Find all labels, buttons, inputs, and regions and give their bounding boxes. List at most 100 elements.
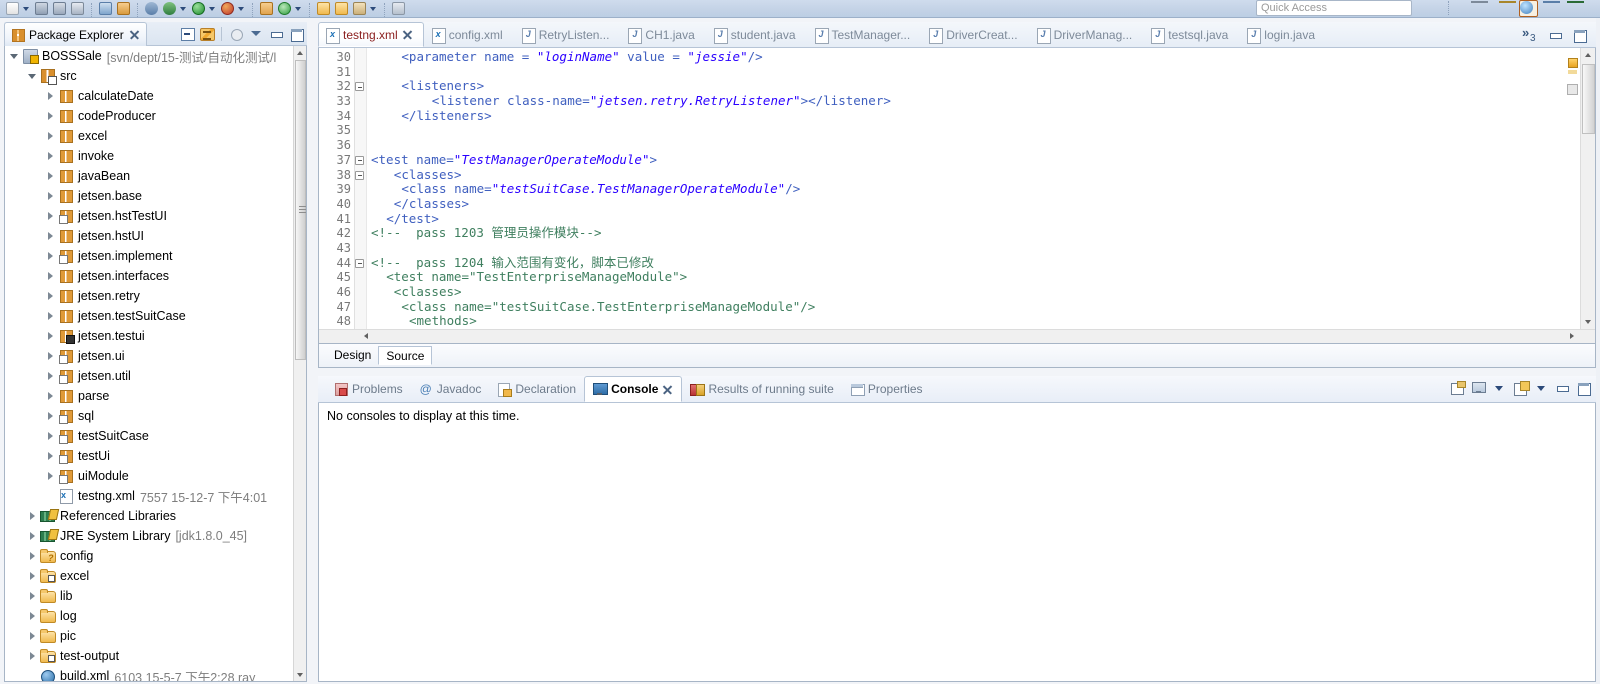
tab-package-explorer[interactable]: Package Explorer bbox=[4, 22, 147, 46]
tree-item-sql[interactable]: sql bbox=[5, 406, 293, 426]
tree-item-bosssale[interactable]: BOSSSale [svn/dept/15-测试/自动化测试/l bbox=[5, 46, 293, 66]
tree-item-jetsen-ui[interactable]: jetsen.ui bbox=[5, 346, 293, 366]
run-icon[interactable] bbox=[190, 1, 207, 17]
scroll-up-arrow[interactable] bbox=[294, 46, 306, 59]
tree-item-excel[interactable]: excel bbox=[5, 126, 293, 146]
pin-console-icon[interactable] bbox=[1448, 379, 1466, 397]
tree-item-test-output[interactable]: test-output bbox=[5, 646, 293, 666]
tree-item-testsuitcase[interactable]: testSuitCase bbox=[5, 426, 293, 446]
expand-arrow-closed-icon[interactable] bbox=[43, 386, 57, 406]
search-dropdown-arrow[interactable] bbox=[369, 1, 378, 17]
search-icon[interactable] bbox=[351, 1, 368, 17]
minimize-icon[interactable] bbox=[1553, 379, 1571, 397]
editor-tab-student-java[interactable]: Jstudent.java bbox=[706, 22, 807, 47]
close-icon[interactable] bbox=[129, 29, 140, 40]
new-file-icon[interactable] bbox=[4, 1, 21, 17]
expand-arrow-closed-icon[interactable] bbox=[43, 446, 57, 466]
export-icon[interactable] bbox=[97, 1, 114, 17]
xml-source-editor[interactable]: 30 <parameter name = "loginName" value = … bbox=[318, 48, 1596, 344]
editor-horizontal-scrollbar[interactable] bbox=[319, 329, 1595, 343]
scroll-up-arrow[interactable] bbox=[1581, 48, 1595, 62]
open-perspective-icon[interactable] bbox=[1499, 1, 1516, 17]
tree-item-config[interactable]: ? config bbox=[5, 546, 293, 566]
console-tab-declaration[interactable]: Declaration bbox=[489, 376, 584, 402]
editor-page-tab-design[interactable]: Design bbox=[327, 346, 378, 365]
expand-arrow-closed-icon[interactable] bbox=[43, 426, 57, 446]
editor-vertical-scrollbar[interactable] bbox=[1580, 48, 1595, 329]
expand-arrow-closed-icon[interactable] bbox=[25, 546, 39, 566]
expand-arrow-closed-icon[interactable] bbox=[25, 646, 39, 666]
expand-arrow-closed-icon[interactable] bbox=[43, 86, 57, 106]
overview-ruler[interactable] bbox=[1565, 50, 1579, 342]
open-console-dropdown-arrow[interactable] bbox=[1532, 379, 1550, 397]
warning-marker-icon[interactable] bbox=[1568, 58, 1578, 68]
close-icon[interactable] bbox=[662, 384, 673, 395]
tree-item-jetsen-retry[interactable]: jetsen.retry bbox=[5, 286, 293, 306]
maximize-icon[interactable] bbox=[287, 25, 305, 43]
save-all-icon[interactable] bbox=[51, 1, 68, 17]
quick-access-input[interactable]: Quick Access bbox=[1256, 0, 1412, 16]
tree-item-jetsen-hsttestui[interactable]: jetsen.hstTestUI bbox=[5, 206, 293, 226]
scroll-right-arrow[interactable] bbox=[1565, 330, 1579, 343]
editor-tab-drivercreat-[interactable]: J DriverCreat... bbox=[921, 22, 1028, 47]
tree-item-testui[interactable]: testUi bbox=[5, 446, 293, 466]
link-with-editor-icon[interactable] bbox=[198, 25, 216, 43]
save-icon[interactable] bbox=[33, 1, 50, 17]
expand-arrow-closed-icon[interactable] bbox=[43, 146, 57, 166]
print-icon[interactable] bbox=[69, 1, 86, 17]
expand-arrow-closed-icon[interactable] bbox=[43, 206, 57, 226]
edit-icon[interactable] bbox=[390, 1, 407, 17]
expand-arrow-closed-icon[interactable] bbox=[43, 126, 57, 146]
tree-item-build-xml[interactable]: build.xml 6103 15-5-7 下午2:28 ray bbox=[5, 666, 293, 681]
java-perspective-icon[interactable] bbox=[1519, 0, 1538, 17]
expand-arrow-closed-icon[interactable] bbox=[25, 606, 39, 626]
run-coverage-icon[interactable] bbox=[219, 1, 236, 17]
expand-arrow-closed-icon[interactable] bbox=[43, 246, 57, 266]
java-ee-perspective-icon[interactable] bbox=[1543, 1, 1560, 17]
expand-arrow-closed-icon[interactable] bbox=[43, 366, 57, 386]
tree-item-jetsen-hstui[interactable]: jetsen.hstUI bbox=[5, 226, 293, 246]
expand-arrow-closed-icon[interactable] bbox=[43, 166, 57, 186]
tree-item-jetsen-interfaces[interactable]: jetsen.interfaces bbox=[5, 266, 293, 286]
editor-tab-retrylisten-[interactable]: J RetryListen... bbox=[514, 22, 621, 47]
debug-dropdown-arrow[interactable] bbox=[179, 1, 188, 17]
tree-item-log[interactable]: log bbox=[5, 606, 293, 626]
expand-arrow-closed-icon[interactable] bbox=[43, 106, 57, 126]
tree-item-excel[interactable]: excel bbox=[5, 566, 293, 586]
tree-item-jetsen-testsuitcase[interactable]: jetsen.testSuitCase bbox=[5, 306, 293, 326]
coverage-dropdown-arrow[interactable] bbox=[237, 1, 246, 17]
open-type-icon[interactable] bbox=[315, 1, 332, 17]
fold-collapse-icon[interactable] bbox=[355, 170, 364, 180]
editor-page-tab-source[interactable]: Source bbox=[378, 346, 433, 365]
run-dropdown-arrow[interactable] bbox=[208, 1, 217, 17]
expand-arrow-closed-icon[interactable] bbox=[25, 566, 39, 586]
console-tab-console[interactable]: Console bbox=[584, 376, 683, 402]
expand-arrow-closed-icon[interactable] bbox=[43, 266, 57, 286]
expand-arrow-closed-icon[interactable] bbox=[25, 506, 39, 526]
fold-collapse-icon[interactable] bbox=[355, 155, 364, 165]
open-resource-icon[interactable] bbox=[333, 1, 350, 17]
debug-icon[interactable] bbox=[143, 1, 160, 17]
package-explorer-tree[interactable]: BOSSSale [svn/dept/15-测试/自动化测试/l src calcul… bbox=[4, 46, 307, 682]
editor-tab-testng-xml[interactable]: x testng.xml bbox=[318, 22, 424, 47]
maximize-icon[interactable] bbox=[1574, 379, 1592, 397]
close-icon[interactable] bbox=[402, 29, 413, 40]
expand-arrow-closed-icon[interactable] bbox=[43, 286, 57, 306]
expand-arrow-closed-icon[interactable] bbox=[25, 626, 39, 646]
tree-item-jetsen-implement[interactable]: jetsen.implement bbox=[5, 246, 293, 266]
expand-arrow-closed-icon[interactable] bbox=[43, 406, 57, 426]
scroll-down-arrow[interactable] bbox=[294, 668, 306, 681]
open-console-icon[interactable] bbox=[1511, 379, 1530, 397]
tree-item-codeproducer[interactable]: codeProducer bbox=[5, 106, 293, 126]
expand-arrow-closed-icon[interactable] bbox=[43, 326, 57, 346]
new-window-icon[interactable] bbox=[1471, 1, 1488, 17]
display-console-dropdown-arrow[interactable] bbox=[1490, 379, 1508, 397]
editor-more-tabs-button[interactable]: » 3 bbox=[1516, 23, 1546, 47]
new-java-package-icon[interactable] bbox=[258, 1, 275, 17]
tree-item-javabean[interactable]: javaBean bbox=[5, 166, 293, 186]
scrollbar-thumb[interactable] bbox=[295, 60, 306, 360]
tree-item-jetsen-base[interactable]: jetsen.base bbox=[5, 186, 293, 206]
expand-arrow-closed-icon[interactable] bbox=[25, 586, 39, 606]
package-icon[interactable] bbox=[115, 1, 132, 17]
console-tab-problems[interactable]: Problems bbox=[326, 376, 411, 402]
